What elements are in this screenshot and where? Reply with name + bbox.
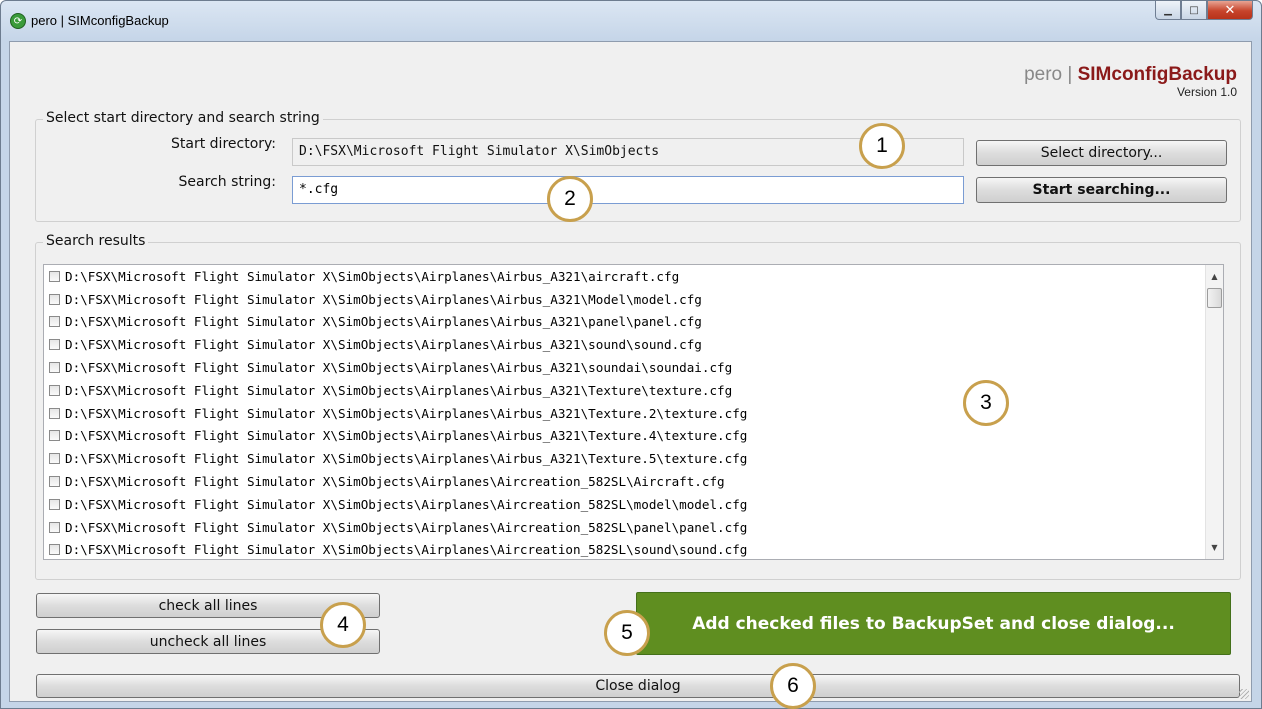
result-checkbox[interactable] bbox=[49, 270, 60, 282]
brand-prefix: pero bbox=[1024, 64, 1063, 85]
callout-marker: 3 bbox=[963, 380, 1009, 426]
callout-marker: 2 bbox=[547, 176, 593, 222]
close-window-button[interactable]: ✕ bbox=[1207, 1, 1253, 20]
callout-marker: 1 bbox=[859, 123, 905, 169]
result-path: D:\FSX\Microsoft Flight Simulator X\SimO… bbox=[65, 542, 748, 558]
callout-marker: 6 bbox=[770, 663, 816, 709]
add-to-backupset-button[interactable]: Add checked files to BackupSet and close… bbox=[636, 592, 1231, 655]
result-path: D:\FSX\Microsoft Flight Simulator X\SimO… bbox=[65, 291, 702, 307]
minimize-icon: ▁ bbox=[1164, 4, 1172, 16]
result-row[interactable]: D:\FSX\Microsoft Flight Simulator X\SimO… bbox=[44, 356, 1223, 379]
result-rows: D:\FSX\Microsoft Flight Simulator X\SimO… bbox=[44, 265, 1223, 559]
search-string-input[interactable]: *.cfg bbox=[292, 176, 964, 204]
result-checkbox[interactable] bbox=[49, 544, 60, 556]
result-path: D:\FSX\Microsoft Flight Simulator X\SimO… bbox=[65, 451, 748, 467]
brand-separator: | bbox=[1067, 64, 1073, 85]
result-path: D:\FSX\Microsoft Flight Simulator X\SimO… bbox=[65, 405, 748, 421]
resize-grip-icon[interactable] bbox=[1239, 689, 1249, 699]
result-checkbox[interactable] bbox=[49, 384, 60, 396]
maximize-icon: □ bbox=[1189, 4, 1199, 16]
result-row[interactable]: D:\FSX\Microsoft Flight Simulator X\SimO… bbox=[44, 265, 1223, 288]
result-row[interactable]: D:\FSX\Microsoft Flight Simulator X\SimO… bbox=[44, 447, 1223, 470]
result-checkbox[interactable] bbox=[49, 453, 60, 465]
version-label: Version 1.0 bbox=[1176, 85, 1237, 99]
result-path: D:\FSX\Microsoft Flight Simulator X\SimO… bbox=[65, 382, 733, 398]
window-controls: ▁ □ ✕ bbox=[1155, 1, 1253, 21]
result-path: D:\FSX\Microsoft Flight Simulator X\SimO… bbox=[65, 337, 702, 353]
result-row[interactable]: D:\FSX\Microsoft Flight Simulator X\SimO… bbox=[44, 516, 1223, 539]
maximize-button[interactable]: □ bbox=[1181, 1, 1207, 20]
result-checkbox[interactable] bbox=[49, 316, 60, 328]
result-row[interactable]: D:\FSX\Microsoft Flight Simulator X\SimO… bbox=[44, 493, 1223, 516]
result-checkbox[interactable] bbox=[49, 498, 60, 510]
minimize-button[interactable]: ▁ bbox=[1155, 1, 1181, 20]
result-checkbox[interactable] bbox=[49, 476, 60, 488]
result-row[interactable]: D:\FSX\Microsoft Flight Simulator X\SimO… bbox=[44, 333, 1223, 356]
scroll-down-icon[interactable]: ▼ bbox=[1206, 539, 1223, 556]
result-row[interactable]: D:\FSX\Microsoft Flight Simulator X\SimO… bbox=[44, 470, 1223, 493]
result-path: D:\FSX\Microsoft Flight Simulator X\SimO… bbox=[65, 519, 748, 535]
brand-header: pero | SIMconfigBackup Version 1.0 bbox=[1024, 64, 1237, 99]
result-checkbox[interactable] bbox=[49, 293, 60, 305]
result-row[interactable]: D:\FSX\Microsoft Flight Simulator X\SimO… bbox=[44, 288, 1223, 311]
result-checkbox[interactable] bbox=[49, 407, 60, 419]
result-row[interactable]: D:\FSX\Microsoft Flight Simulator X\SimO… bbox=[44, 402, 1223, 425]
result-checkbox[interactable] bbox=[49, 521, 60, 533]
search-settings-legend: Select start directory and search string bbox=[43, 110, 323, 126]
result-row[interactable]: D:\FSX\Microsoft Flight Simulator X\SimO… bbox=[44, 311, 1223, 334]
close-dialog-button[interactable]: Close dialog bbox=[36, 674, 1240, 698]
result-path: D:\FSX\Microsoft Flight Simulator X\SimO… bbox=[65, 496, 748, 512]
title-bar[interactable]: ⟳ pero | SIMconfigBackup ▁ □ ✕ bbox=[1, 1, 1261, 41]
start-searching-button[interactable]: Start searching... bbox=[976, 177, 1227, 203]
result-checkbox[interactable] bbox=[49, 430, 60, 442]
window-title: pero | SIMconfigBackup bbox=[31, 13, 169, 28]
results-scrollbar[interactable]: ▲ ▼ bbox=[1205, 265, 1223, 559]
search-settings-group: Select start directory and search string… bbox=[35, 110, 1241, 222]
brand-name: SIMconfigBackup bbox=[1077, 64, 1237, 85]
result-row[interactable]: D:\FSX\Microsoft Flight Simulator X\SimO… bbox=[44, 539, 1223, 559]
result-checkbox[interactable] bbox=[49, 339, 60, 351]
start-directory-label: Start directory: bbox=[171, 136, 276, 152]
callout-marker: 5 bbox=[604, 610, 650, 656]
result-row[interactable]: D:\FSX\Microsoft Flight Simulator X\SimO… bbox=[44, 379, 1223, 402]
result-path: D:\FSX\Microsoft Flight Simulator X\SimO… bbox=[65, 314, 702, 330]
search-results-group: Search results D:\FSX\Microsoft Flight S… bbox=[35, 233, 1241, 580]
result-checkbox[interactable] bbox=[49, 362, 60, 374]
scroll-thumb[interactable] bbox=[1207, 288, 1222, 308]
select-directory-button[interactable]: Select directory... bbox=[976, 140, 1227, 166]
search-results-list[interactable]: D:\FSX\Microsoft Flight Simulator X\SimO… bbox=[43, 264, 1224, 560]
result-path: D:\FSX\Microsoft Flight Simulator X\SimO… bbox=[65, 268, 680, 284]
app-window: ⟳ pero | SIMconfigBackup ▁ □ ✕ pero | SI… bbox=[0, 0, 1262, 709]
result-path: D:\FSX\Microsoft Flight Simulator X\SimO… bbox=[65, 474, 725, 490]
dialog-client-area: pero | SIMconfigBackup Version 1.0 Selec… bbox=[9, 41, 1252, 702]
app-logo-icon: ⟳ bbox=[10, 13, 26, 29]
callout-marker: 4 bbox=[320, 602, 366, 648]
scroll-up-icon[interactable]: ▲ bbox=[1206, 268, 1223, 285]
search-results-legend: Search results bbox=[43, 233, 149, 249]
result-path: D:\FSX\Microsoft Flight Simulator X\SimO… bbox=[65, 360, 733, 376]
result-row[interactable]: D:\FSX\Microsoft Flight Simulator X\SimO… bbox=[44, 425, 1223, 448]
result-path: D:\FSX\Microsoft Flight Simulator X\SimO… bbox=[65, 428, 748, 444]
close-icon: ✕ bbox=[1224, 2, 1236, 18]
search-string-label: Search string: bbox=[178, 174, 276, 190]
